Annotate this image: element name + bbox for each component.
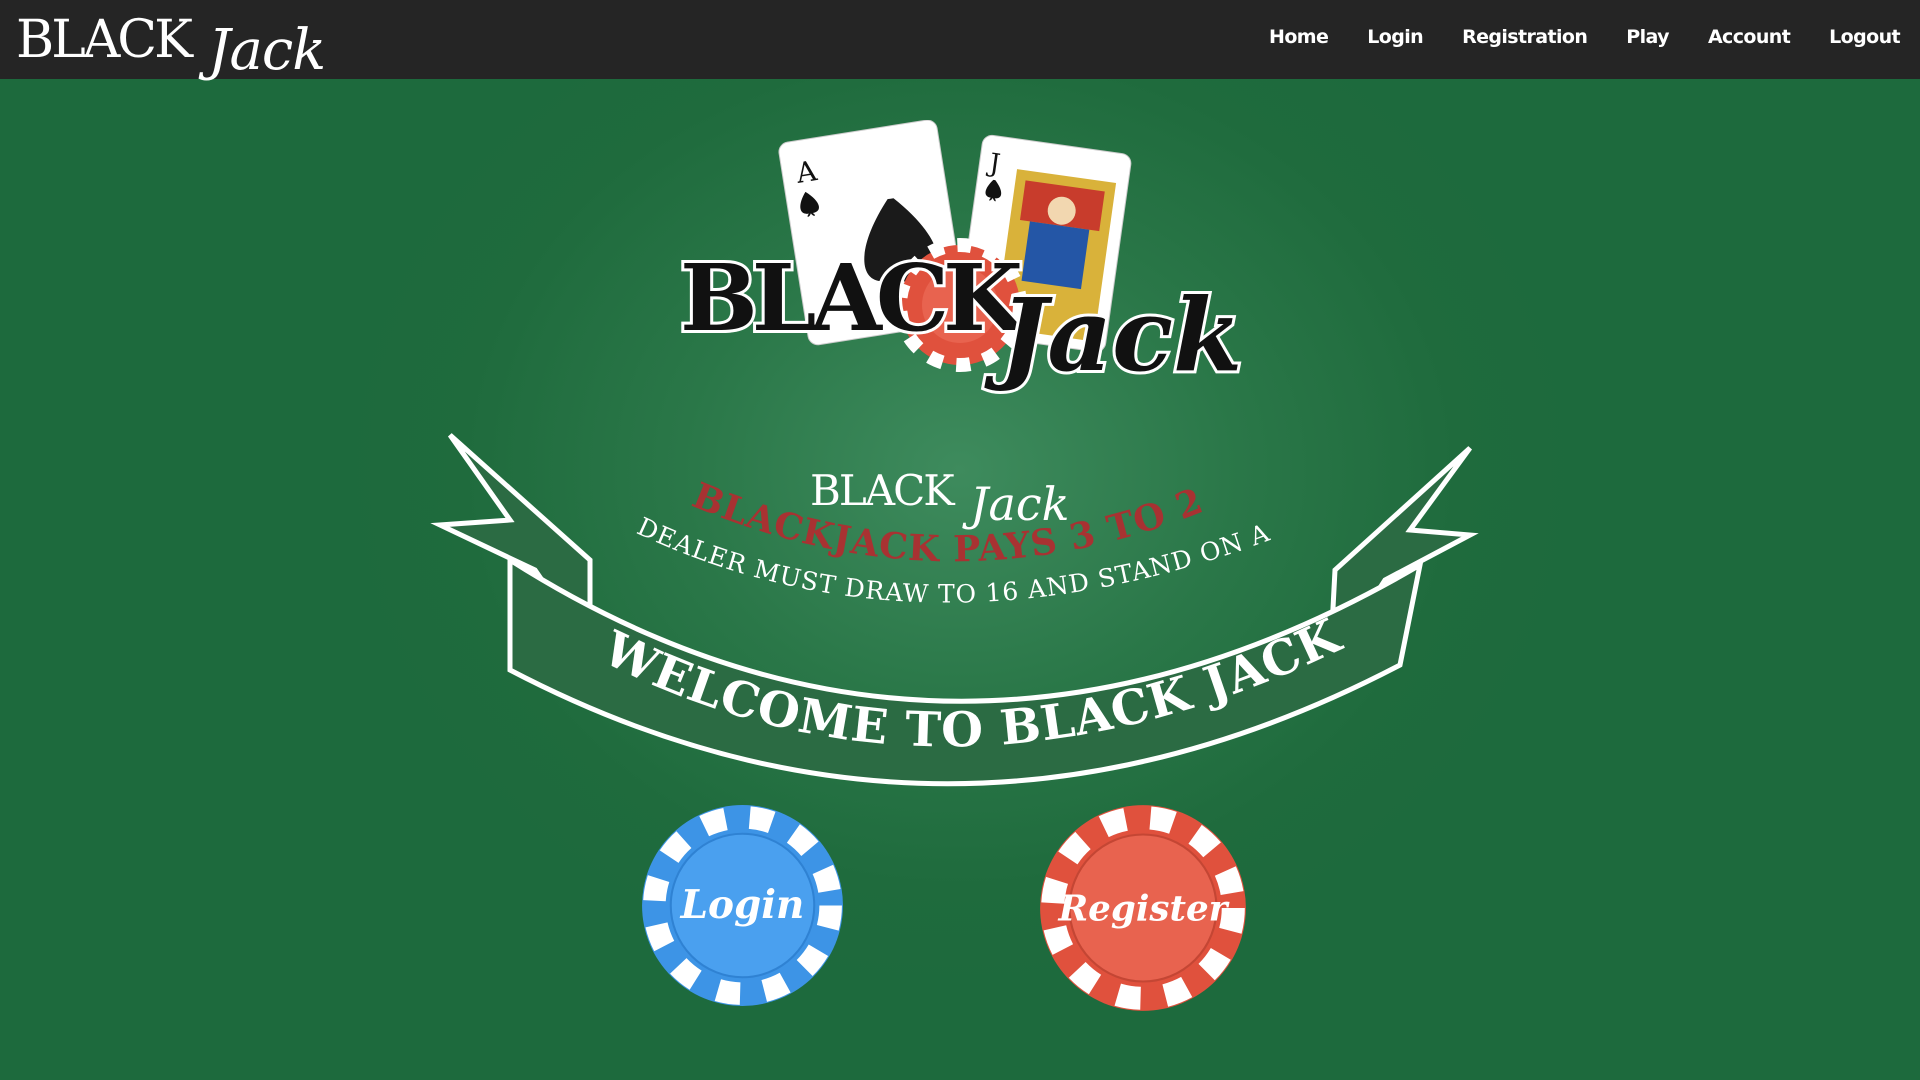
login-chip-button[interactable]: Login: [640, 803, 845, 1008]
brand-logo[interactable]: BLACK Jack: [16, 4, 346, 94]
nav-logout-link[interactable]: Logout: [1829, 26, 1900, 48]
hero-blackjack-logo: A J BLACK Jack: [677, 120, 1245, 397]
welcome-ribbon-banner: BLACK Jack BLACKJACK PAYS 3 TO 2 DEALER …: [430, 420, 1479, 787]
top-navbar: BLACK Jack Home Login Registration Play …: [0, 0, 1920, 83]
nav-registration-link[interactable]: Registration: [1462, 26, 1588, 48]
register-chip-button[interactable]: Register: [1038, 803, 1248, 1013]
nav-login-link[interactable]: Login: [1367, 26, 1423, 48]
nav-play-link[interactable]: Play: [1626, 26, 1669, 48]
login-chip-label: Login: [680, 882, 805, 928]
brand-logo-jack-text: Jack: [208, 18, 326, 83]
main-nav: Home Login Registration Play Account Log…: [1230, 0, 1901, 74]
banner-mini-logo-black: BLACK: [810, 466, 956, 515]
nav-home-link[interactable]: Home: [1269, 26, 1329, 48]
hero-logo-jack-text: Jack: [984, 276, 1242, 394]
register-chip-label: Register: [1058, 888, 1230, 930]
hero-logo-black-text: BLACK: [680, 244, 1026, 352]
brand-logo-black-text: BLACK: [16, 10, 193, 70]
nav-account-link[interactable]: Account: [1708, 26, 1791, 48]
